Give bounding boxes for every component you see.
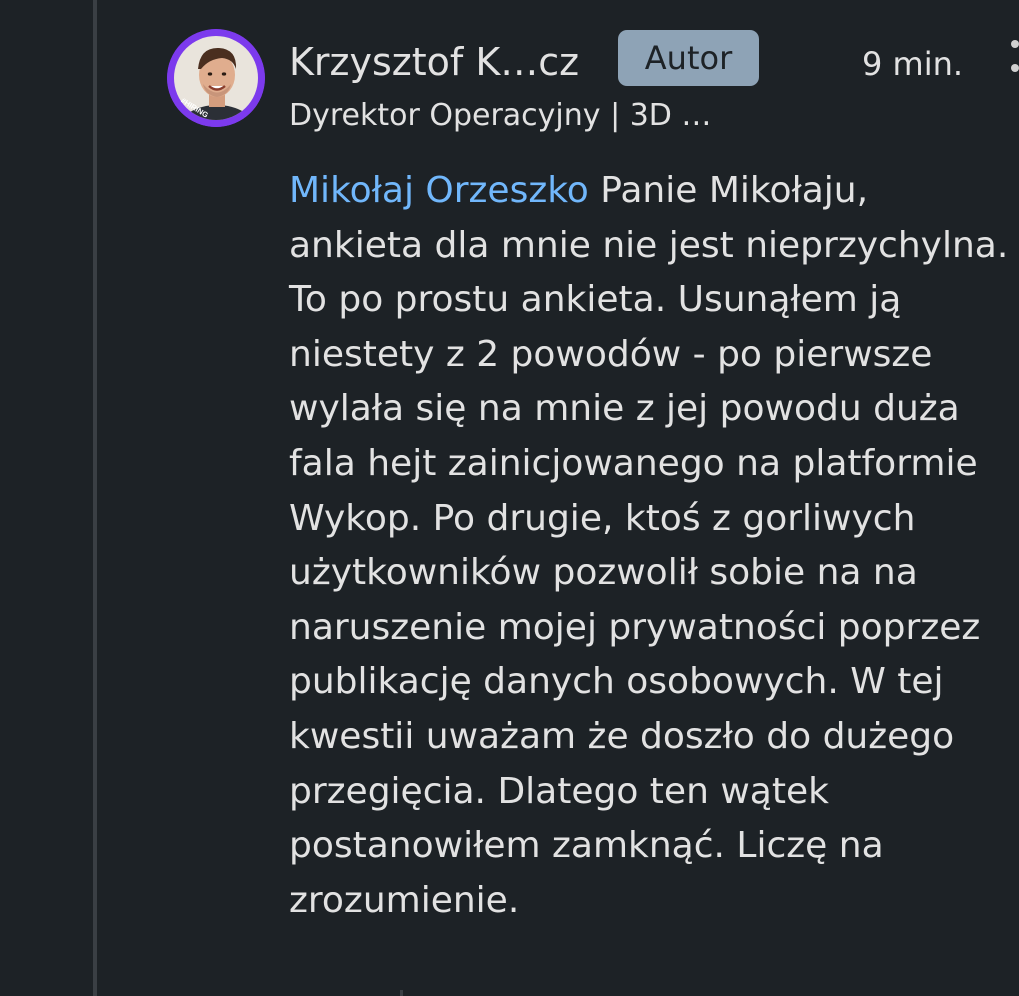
comment-line: naruszenie mojej prywatności poprzez bbox=[289, 606, 981, 648]
thread-line bbox=[93, 0, 97, 996]
comment-first-line: Mikołaj Orzeszko Panie Mikołaju, bbox=[289, 164, 1019, 219]
author-name[interactable]: Krzysztof K…cz bbox=[289, 36, 579, 88]
comment-line: wylała się na mnie z jej powodu duża bbox=[289, 388, 960, 430]
mention-link[interactable]: Mikołaj Orzeszko bbox=[289, 170, 589, 211]
comment-line: ankieta dla mnie nie jest nieprzychylna. bbox=[289, 224, 1009, 266]
comment-line: zrozumienie. bbox=[289, 879, 520, 921]
author-headline: Dyrektor Operacyjny | 3D … bbox=[289, 98, 712, 133]
comment-text: Mikołaj Orzeszko Panie Mikołaju, ankieta… bbox=[289, 164, 1019, 928]
comment-line: To po prostu ankieta. Usunąłem ją bbox=[289, 279, 902, 321]
author-badge: Autor bbox=[618, 30, 759, 86]
comment-line: Wykop. Po drugie, ktoś z gorliwych bbox=[289, 497, 916, 539]
avatar-image: #HIRING bbox=[167, 29, 265, 127]
avatar[interactable]: #HIRING bbox=[167, 29, 265, 127]
comment-line: przegięcia. Dlatego ten wątek bbox=[289, 770, 829, 812]
comment-line: Panie Mikołaju, bbox=[588, 170, 869, 211]
comment-line: postanowiłem zamknąć. Liczę na bbox=[289, 825, 884, 867]
comment-screen: #HIRING Krzysztof K…cz Autor 9 min. Dyre… bbox=[0, 0, 1019, 996]
more-vertical-icon[interactable] bbox=[1006, 40, 1019, 96]
comment-line: publikację danych osobowych. W tej bbox=[289, 661, 944, 703]
comment-line: niestety z 2 powodów - po pierwsze bbox=[289, 333, 933, 375]
comment-time: 9 min. bbox=[862, 45, 964, 83]
comment-line: kwestii uważam że doszło do dużego bbox=[289, 715, 955, 757]
comment-line: fala hejt zainicjowanego na platformie bbox=[289, 442, 978, 484]
comment-line: użytkowników pozwolił sobie na na bbox=[289, 552, 918, 594]
divider-mark bbox=[400, 990, 403, 996]
